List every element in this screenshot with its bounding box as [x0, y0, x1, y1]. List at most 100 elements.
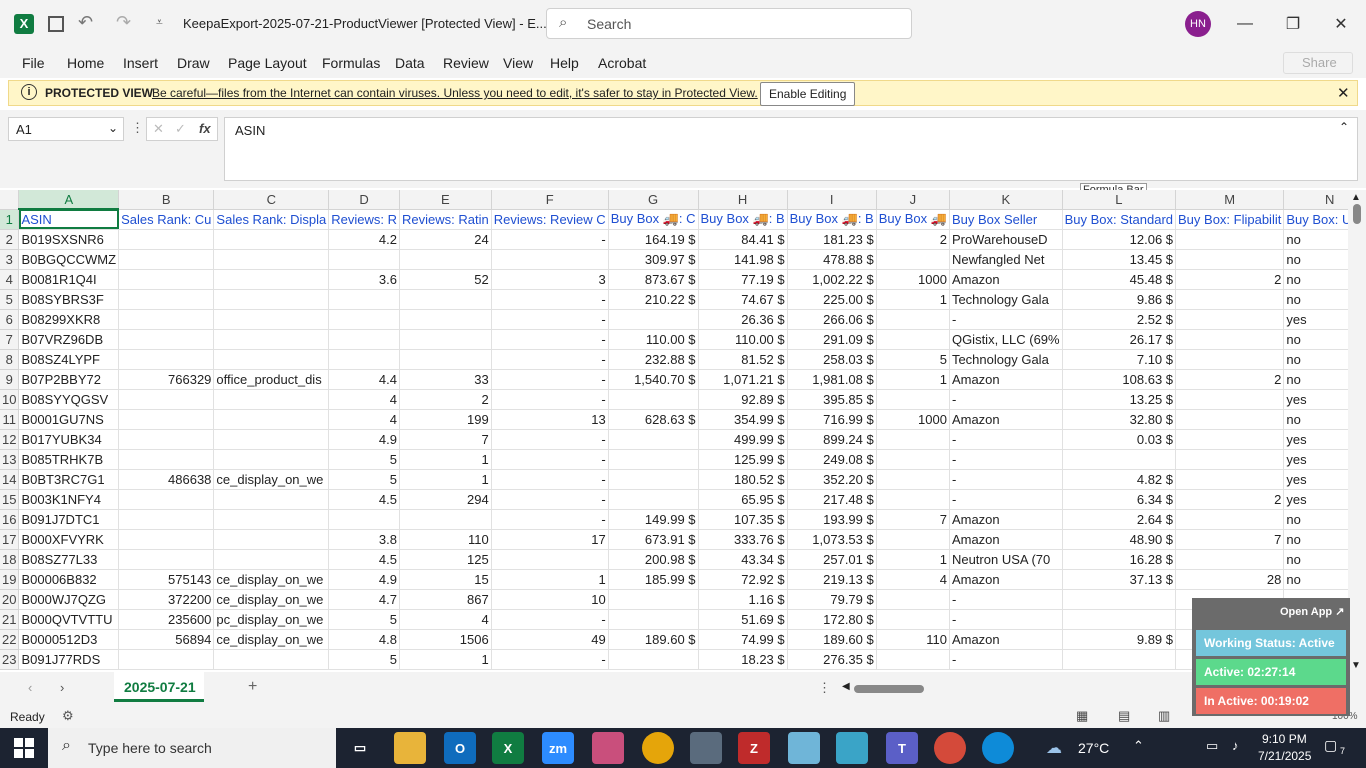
cell[interactable]: 16.28 $ — [1062, 549, 1177, 570]
formula-input[interactable]: ASIN ⌃ — [224, 117, 1358, 181]
cell[interactable] — [1175, 389, 1285, 410]
cell[interactable] — [118, 509, 215, 530]
row-header[interactable]: 18 — [0, 549, 20, 570]
cell[interactable]: 4.4 — [328, 369, 400, 390]
row-header[interactable]: 1 — [0, 209, 20, 230]
cell[interactable]: 32.80 $ — [1062, 409, 1177, 430]
cell[interactable]: 3.6 — [328, 269, 400, 290]
cell[interactable]: 4 — [328, 409, 400, 430]
cell[interactable] — [1175, 289, 1285, 310]
cell[interactable]: 4.9 — [328, 429, 400, 450]
row-header[interactable]: 9 — [0, 369, 20, 390]
cell[interactable]: 232.88 $ — [608, 349, 699, 370]
cell[interactable]: 7 — [876, 509, 950, 530]
calculator-icon[interactable] — [690, 732, 722, 764]
cell[interactable]: 125.99 $ — [698, 449, 788, 470]
cell[interactable]: office_product_dis — [213, 369, 330, 390]
row-header[interactable]: 4 — [0, 269, 20, 290]
cell[interactable]: 716.99 $ — [787, 409, 877, 430]
cell[interactable]: ce_display_on_we — [213, 469, 330, 490]
cell[interactable]: 3 — [491, 269, 609, 290]
cell[interactable]: B0001GU7NS — [18, 409, 120, 430]
cell[interactable]: Technology Gala — [949, 349, 1063, 370]
cell[interactable] — [1175, 309, 1285, 330]
cell[interactable]: yes — [1283, 449, 1348, 470]
tab-home[interactable]: Home — [67, 55, 104, 71]
cell[interactable]: 7 — [1175, 529, 1285, 550]
cell[interactable] — [608, 489, 699, 510]
cell[interactable]: - — [491, 489, 609, 510]
cell[interactable]: 1 — [399, 649, 492, 670]
tray-chevron-icon[interactable]: ⌃ — [1133, 738, 1144, 754]
cell[interactable]: QGistix, LLC (69% — [949, 329, 1063, 350]
row-header[interactable]: 16 — [0, 509, 20, 530]
scroll-down-icon[interactable]: ▼ — [1351, 660, 1361, 671]
page-break-view-icon[interactable]: ▥ — [1158, 708, 1170, 724]
cell[interactable]: 1000 — [876, 409, 950, 430]
cell[interactable] — [876, 309, 950, 330]
cell[interactable]: 43.34 $ — [698, 549, 788, 570]
cell[interactable]: 79.79 $ — [787, 589, 877, 610]
cell[interactable]: ASIN — [18, 209, 120, 230]
teams-icon[interactable]: T — [886, 732, 918, 764]
cell[interactable]: B08SYBRS3F — [18, 289, 120, 310]
cell[interactable]: B003K1NFY4 — [18, 489, 120, 510]
tab-page-layout[interactable]: Page Layout — [228, 55, 307, 71]
column-header-m[interactable]: M — [1175, 190, 1285, 210]
cell[interactable] — [118, 309, 215, 330]
cell[interactable]: 1 — [399, 469, 492, 490]
cell[interactable]: 372200 — [118, 589, 215, 610]
row-header[interactable]: 14 — [0, 469, 20, 490]
cell[interactable]: - — [949, 589, 1063, 610]
cell[interactable]: 309.97 $ — [608, 249, 699, 270]
cell[interactable] — [118, 249, 215, 270]
network-icon[interactable]: ▭ — [1206, 738, 1218, 754]
cell[interactable]: - — [491, 369, 609, 390]
cell[interactable]: 4.7 — [328, 589, 400, 610]
cell[interactable] — [876, 329, 950, 350]
cell[interactable]: - — [491, 289, 609, 310]
cell[interactable]: 4.5 — [328, 549, 400, 570]
cell[interactable]: 1 — [876, 549, 950, 570]
cell[interactable] — [118, 429, 215, 450]
row-header[interactable]: 7 — [0, 329, 20, 350]
cell[interactable]: Buy Box 🚚: C — [608, 209, 699, 230]
cell[interactable] — [1175, 469, 1285, 490]
cell[interactable]: 1000 — [876, 269, 950, 290]
vertical-scrollbar[interactable]: ▲ ▼ — [1348, 190, 1366, 672]
cell[interactable]: 37.13 $ — [1062, 569, 1177, 590]
cell[interactable]: 18.23 $ — [698, 649, 788, 670]
cell[interactable]: - — [491, 309, 609, 330]
cell[interactable]: 249.08 $ — [787, 449, 877, 470]
cell[interactable]: 9.86 $ — [1062, 289, 1177, 310]
column-header-g[interactable]: G — [608, 190, 699, 210]
zoom-icon[interactable]: zm — [542, 732, 574, 764]
cell[interactable]: 2 — [399, 389, 492, 410]
cell[interactable]: yes — [1283, 429, 1348, 450]
cell[interactable] — [213, 289, 330, 310]
cell[interactable]: 219.13 $ — [787, 569, 877, 590]
cell[interactable] — [213, 429, 330, 450]
cell[interactable]: 2.64 $ — [1062, 509, 1177, 530]
task-view-icon[interactable]: ▭ — [344, 732, 376, 764]
cell[interactable]: 28 — [1175, 569, 1285, 590]
cell[interactable] — [1062, 449, 1177, 470]
column-header-b[interactable]: B — [118, 190, 215, 210]
maximize-button[interactable]: ❐ — [1270, 0, 1316, 48]
cell[interactable]: ce_display_on_we — [213, 589, 330, 610]
cell[interactable]: 77.19 $ — [698, 269, 788, 290]
cell[interactable]: no — [1283, 549, 1348, 570]
cell[interactable] — [876, 249, 950, 270]
cell[interactable] — [213, 529, 330, 550]
cell[interactable]: 26.36 $ — [698, 309, 788, 330]
app-diamond-icon[interactable] — [836, 732, 868, 764]
cell[interactable]: B091J7DTC1 — [18, 509, 120, 530]
cell[interactable] — [118, 349, 215, 370]
cell[interactable]: 1.16 $ — [698, 589, 788, 610]
cell[interactable]: 575143 — [118, 569, 215, 590]
add-sheet-icon[interactable]: + — [248, 678, 257, 696]
cell[interactable]: 1 — [876, 369, 950, 390]
h-scroll-thumb[interactable] — [854, 685, 924, 693]
cell[interactable]: B000XFVYRK — [18, 529, 120, 550]
file-explorer-icon[interactable] — [394, 732, 426, 764]
